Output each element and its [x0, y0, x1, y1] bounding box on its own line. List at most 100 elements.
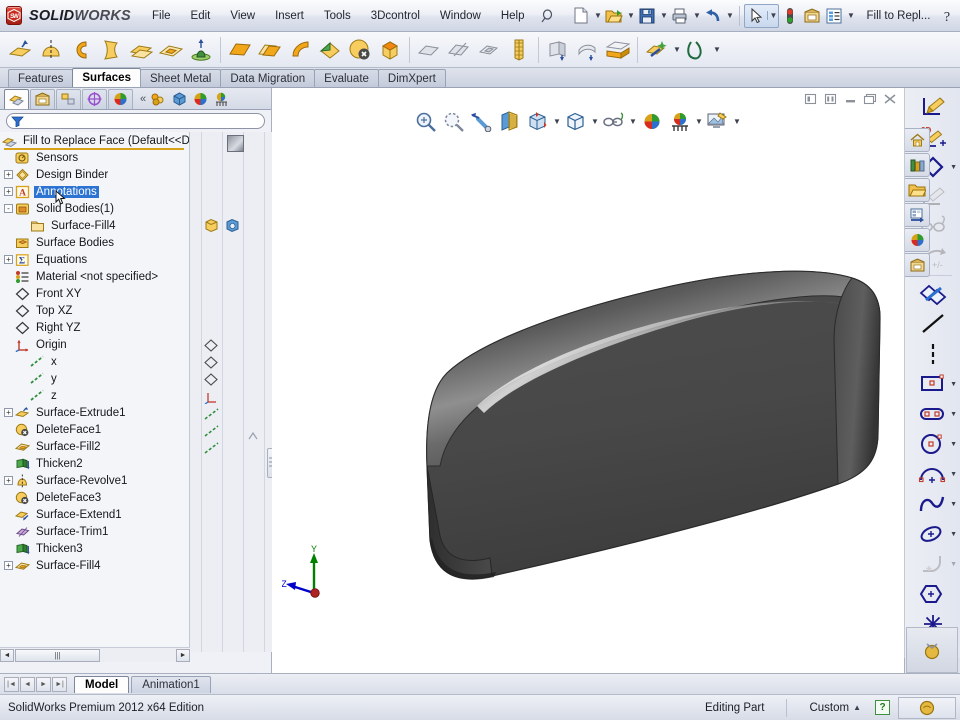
expand-icon[interactable]: + — [4, 561, 13, 570]
plane-visibility-icon[interactable] — [204, 339, 218, 352]
scroll-thumb[interactable]: ||| — [15, 649, 100, 662]
last-tab-icon[interactable]: ►| — [52, 677, 67, 692]
ellipse-icon[interactable]: ▼ — [905, 519, 960, 549]
open-document-icon[interactable] — [603, 5, 625, 27]
sketch-state-indicator[interactable] — [906, 627, 958, 673]
tab-features[interactable]: Features — [8, 69, 73, 87]
tab-sheet-metal[interactable]: Sheet Metal — [140, 69, 221, 87]
property-manager-tab[interactable] — [30, 89, 55, 109]
fillet-icon[interactable]: ▼ — [905, 549, 960, 579]
plane-visibility-icon[interactable] — [204, 356, 218, 369]
tree-item[interactable]: y — [0, 370, 189, 387]
display-state-icon[interactable] — [227, 135, 244, 152]
freeform-icon[interactable] — [186, 34, 216, 66]
undo-caret-icon[interactable]: ▼ — [724, 11, 735, 20]
planar-surface-icon[interactable] — [225, 34, 255, 66]
centerline-icon[interactable] — [905, 339, 960, 369]
select-arrow-icon[interactable] — [745, 5, 767, 27]
tree-horizontal-scrollbar[interactable]: ◄ ||| ► — [0, 647, 190, 662]
spline-icon[interactable]: ▼ — [905, 489, 960, 519]
options-icon[interactable] — [823, 5, 845, 27]
tree-item[interactable]: DeleteFace1 — [0, 421, 189, 438]
body-visibility-icon[interactable] — [225, 218, 240, 233]
tree-item[interactable]: z — [0, 387, 189, 404]
menu-window[interactable]: Window — [430, 6, 491, 26]
scene-icon[interactable] — [211, 89, 232, 109]
tree-item[interactable]: Surface-Extend1 — [0, 506, 189, 523]
tree-scroll-caret-icon[interactable] — [248, 432, 258, 441]
filled-surface-icon[interactable] — [156, 34, 186, 66]
select-caret-icon[interactable]: ▼ — [767, 11, 778, 20]
tree-item[interactable]: +Design Binder — [0, 166, 189, 183]
tree-item[interactable]: Surface Bodies — [0, 234, 189, 251]
file-explorer-icon[interactable] — [905, 178, 930, 202]
line-icon[interactable] — [905, 309, 960, 339]
replace-face-icon[interactable] — [375, 34, 405, 66]
overdefined-indicator[interactable] — [898, 697, 956, 719]
tree-item[interactable]: Origin — [0, 336, 189, 353]
delete-face-icon[interactable] — [345, 34, 375, 66]
arc-icon[interactable]: ▼ — [905, 459, 960, 489]
ellipse-caret-icon[interactable]: ▼ — [950, 531, 957, 538]
tree-item[interactable]: Surface-Fill2 — [0, 438, 189, 455]
design-library-home-icon[interactable] — [905, 128, 930, 152]
slot-caret-icon[interactable]: ▼ — [950, 411, 957, 418]
graphics-area[interactable]: ▼ ▼ ▼ ▼ ▼ — [272, 88, 904, 673]
body-color-icon[interactable] — [204, 218, 219, 233]
menu-file[interactable]: File — [142, 6, 181, 26]
smart-dimension-caret-icon[interactable]: ▼ — [950, 164, 957, 171]
extend-surface-icon[interactable] — [414, 34, 444, 66]
question-mark-icon[interactable]: ? — [936, 5, 958, 27]
tab-model[interactable]: Model — [74, 676, 129, 693]
trim-surface-icon[interactable] — [444, 34, 474, 66]
design-library-icon[interactable] — [905, 153, 930, 177]
status-badge[interactable]: ? — [875, 700, 890, 715]
polygon-icon[interactable] — [905, 579, 960, 609]
save-caret-icon[interactable]: ▼ — [658, 11, 669, 20]
tree-item[interactable]: x — [0, 353, 189, 370]
expand-icon[interactable]: + — [4, 170, 13, 179]
new-document-icon[interactable] — [570, 5, 592, 27]
display-manager-tab[interactable] — [108, 89, 133, 109]
spline-caret-icon[interactable]: ▼ — [950, 501, 957, 508]
tab-evaluate[interactable]: Evaluate — [314, 69, 379, 87]
radiate-surface-icon[interactable] — [315, 34, 345, 66]
tree-item[interactable]: Surface-Fill4 — [0, 217, 189, 234]
curves-caret-icon[interactable]: ▼ — [712, 45, 722, 54]
open-document-caret-icon[interactable]: ▼ — [625, 11, 636, 20]
new-document-caret-icon[interactable]: ▼ — [592, 11, 603, 20]
extruded-surface-icon[interactable] — [6, 34, 36, 66]
tab-surfaces[interactable]: Surfaces — [72, 68, 141, 87]
ruled-surface-icon[interactable] — [285, 34, 315, 66]
expand-icon[interactable]: + — [4, 255, 13, 264]
revolved-surface-icon[interactable] — [36, 34, 66, 66]
appearances-scenes-icon[interactable] — [905, 228, 930, 252]
next-tab-icon[interactable]: ► — [36, 677, 51, 692]
axis-visibility-icon[interactable] — [204, 442, 220, 455]
menu-edit[interactable]: Edit — [181, 6, 221, 26]
curves-icon[interactable] — [682, 34, 712, 66]
fillet-caret-icon[interactable]: ▼ — [950, 561, 957, 568]
rectangle-icon[interactable]: ▼ — [905, 369, 960, 399]
file-properties-icon[interactable] — [801, 5, 823, 27]
first-tab-icon[interactable]: |◄ — [4, 677, 19, 692]
tab-dimxpert[interactable]: DimXpert — [378, 69, 446, 87]
expand-icon[interactable]: + — [4, 408, 13, 417]
print-icon[interactable] — [669, 5, 691, 27]
configuration-manager-tab[interactable] — [56, 89, 81, 109]
tree-item[interactable]: Sensors — [0, 149, 189, 166]
tree-item[interactable]: Front XY — [0, 285, 189, 302]
units-caret-icon[interactable]: ▲ — [853, 703, 861, 712]
move-entities-icon[interactable] — [905, 279, 960, 309]
thicken-icon[interactable] — [543, 34, 573, 66]
view-orientation-cube-icon[interactable] — [169, 89, 190, 109]
boundary-surface-icon[interactable] — [126, 34, 156, 66]
circle-caret-icon[interactable]: ▼ — [950, 441, 957, 448]
lofted-surface-icon[interactable] — [96, 34, 126, 66]
tree-item[interactable]: +ΣEquations — [0, 251, 189, 268]
expand-icon[interactable]: + — [4, 187, 13, 196]
collapse-icon[interactable]: - — [4, 204, 13, 213]
swept-surface-icon[interactable] — [66, 34, 96, 66]
tree-root-item[interactable]: Fill to Replace Face (Default<<D — [0, 132, 189, 149]
model-canvas[interactable] — [272, 88, 904, 673]
